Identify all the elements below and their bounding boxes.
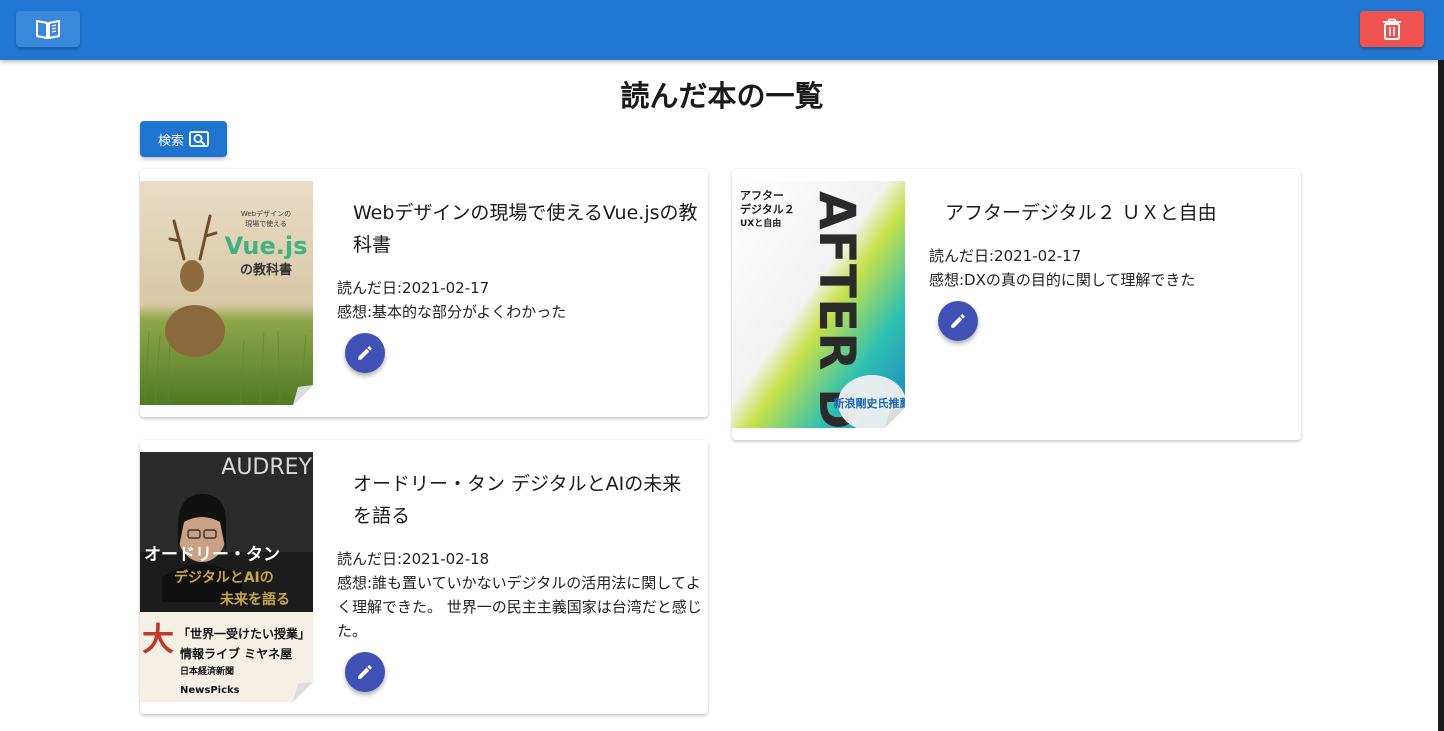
svg-text:日本経済新聞: 日本経済新聞 bbox=[180, 665, 234, 677]
book-cover-image: AUDREY オードリー・タン デジタルとAIの 未来を語る 大 「世界一受けた… bbox=[140, 452, 313, 702]
pencil-icon bbox=[951, 314, 965, 328]
trash-icon bbox=[1383, 18, 1401, 40]
svg-text:デジタルとAIの: デジタルとAIの bbox=[174, 569, 274, 586]
svg-text:未来を語る: 未来を語る bbox=[220, 591, 290, 608]
book-list-button[interactable] bbox=[16, 11, 80, 47]
svg-text:情報ライブ ミヤネ屋: 情報ライブ ミヤネ屋 bbox=[180, 646, 292, 661]
read-date: 読んだ日:2021-02-18 bbox=[337, 550, 490, 568]
edit-button[interactable] bbox=[938, 301, 978, 341]
book-impression: 感想:誰も置いていかないデジタルの活用法に関してよく理解できた。 世界一の民主主… bbox=[337, 574, 702, 640]
window-edge bbox=[1438, 60, 1444, 731]
search-icon bbox=[189, 131, 209, 147]
book-cover-image: Webデザインの 現場で使える Vue.js の教科書 bbox=[140, 181, 313, 405]
book-cover-image: アフター デジタル２ UXと自由 AFTER DIGITAL 新浪剛史氏推薦 bbox=[732, 181, 905, 428]
svg-text:アフター: アフター bbox=[740, 189, 784, 202]
book-impression: 感想:DXの真の目的に関して理解できた bbox=[929, 271, 1196, 289]
book-card: アフター デジタル２ UXと自由 AFTER DIGITAL 新浪剛史氏推薦 ア… bbox=[732, 169, 1301, 440]
edit-button[interactable] bbox=[345, 652, 385, 692]
search-button[interactable]: 検索 bbox=[140, 121, 227, 157]
book-open-icon bbox=[36, 20, 60, 39]
book-title: オードリー・タン デジタルとAIの未来を語る bbox=[353, 473, 682, 527]
book-card: Webデザインの 現場で使える Vue.js の教科書 Webデザインの現場で使… bbox=[140, 169, 708, 417]
book-title: アフターデジタル２ ＵＸと自由 bbox=[945, 202, 1217, 224]
book-card: AUDREY オードリー・タン デジタルとAIの 未来を語る 大 「世界一受けた… bbox=[140, 440, 708, 714]
svg-text:「世界一受けたい授業」: 「世界一受けたい授業」 bbox=[178, 626, 310, 641]
svg-text:UXと自由: UXと自由 bbox=[740, 217, 781, 229]
read-date: 読んだ日:2021-02-17 bbox=[337, 279, 490, 297]
read-date: 読んだ日:2021-02-17 bbox=[929, 247, 1082, 265]
delete-all-button[interactable] bbox=[1360, 11, 1424, 47]
svg-text:の教科書: の教科書 bbox=[240, 262, 292, 278]
pencil-icon bbox=[358, 346, 372, 360]
svg-text:オードリー・タン: オードリー・タン bbox=[144, 545, 280, 565]
book-title: Webデザインの現場で使えるVue.jsの教科書 bbox=[353, 202, 698, 256]
book-impression: 感想:基本的な部分がよくわかった bbox=[337, 303, 567, 321]
svg-text:NewsPicks: NewsPicks bbox=[180, 685, 240, 696]
edit-button[interactable] bbox=[345, 333, 385, 373]
svg-text:Vue.js: Vue.js bbox=[225, 232, 308, 260]
svg-text:大: 大 bbox=[142, 620, 174, 658]
pencil-icon bbox=[358, 665, 372, 679]
search-button-label: 検索 bbox=[157, 133, 184, 149]
svg-text:デジタル２: デジタル２ bbox=[740, 202, 795, 216]
app-bar bbox=[0, 0, 1444, 60]
svg-text:現場で使える: 現場で使える bbox=[245, 219, 287, 228]
page-title: 読んだ本の一覧 bbox=[620, 79, 824, 113]
svg-text:新浪剛史氏推薦: 新浪剛史氏推薦 bbox=[834, 396, 906, 410]
svg-text:Webデザインの: Webデザインの bbox=[241, 209, 291, 218]
svg-text:AUDREY: AUDREY bbox=[221, 455, 312, 480]
